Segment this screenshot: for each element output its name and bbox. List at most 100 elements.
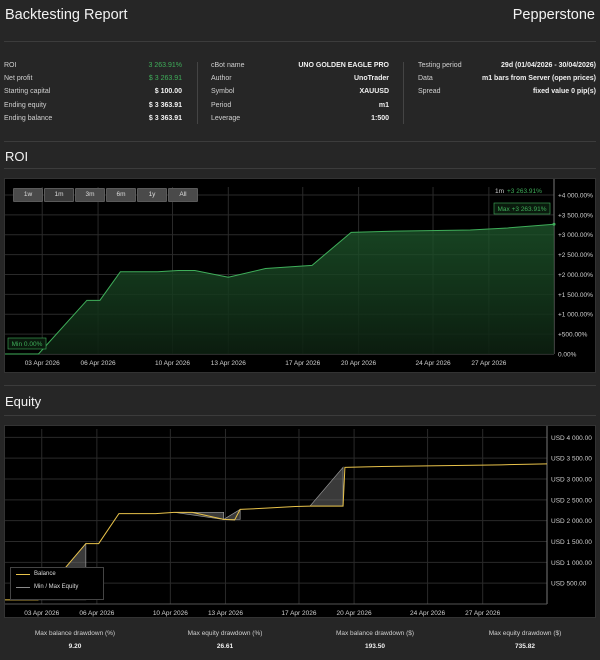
range-button-6m[interactable]: 6m — [106, 188, 136, 202]
summary-divider — [197, 62, 198, 124]
summary-value: XAUUSD — [359, 88, 389, 96]
y-tick-label: 0.00% — [558, 352, 577, 359]
x-tick-label: 13 Apr 2026 — [211, 360, 246, 367]
range-button-1y[interactable]: 1y — [137, 188, 167, 202]
roi-section-title: ROI — [5, 149, 29, 164]
range-button-All[interactable]: All — [168, 188, 198, 202]
summary-label: Starting capital — [4, 88, 51, 96]
summary-row: Testing period 29d (01/04/2026 - 30/04/20… — [418, 60, 596, 73]
summary-column-bot: cBot name UNO GOLDEN EAGLE PRO Author UnoTr… — [211, 60, 389, 124]
equity-chart[interactable]: USD 4 000.00 USD 3 500.00 USD 3 000.00 USD … — [4, 425, 596, 618]
summary-value: $ 100.00 — [154, 88, 182, 96]
legend-label-equity: Min / Max Equity — [34, 584, 79, 590]
x-tick-label: 17 Apr 2026 — [285, 360, 320, 367]
y-tick-label: +4 000.00% — [558, 192, 593, 199]
summary-row: Spread fixed value 0 pip(s) — [418, 86, 596, 99]
summary-row: Data m1 bars from Server (open prices) — [418, 73, 596, 86]
summary-label: Net profit — [4, 75, 33, 83]
legend-item-balance: Balance — [11, 568, 103, 581]
legend-label-balance: Balance — [34, 571, 56, 577]
stat-label: Max equity drawdown ($) — [488, 630, 562, 637]
x-tick-label: 10 Apr 2026 — [153, 610, 188, 617]
x-tick-label: 27 Apr 2026 — [471, 360, 506, 367]
x-tick-label: 27 Apr 2026 — [465, 610, 500, 617]
summary-value: m1 bars from Server (open prices) — [482, 75, 596, 83]
range-button-1w[interactable]: 1w — [13, 188, 43, 202]
y-tick-label: +1 500.00% — [558, 292, 593, 299]
range-button-1m[interactable]: 1m — [44, 188, 74, 202]
summary-value: 29d (01/04/2026 - 30/04/2026) — [501, 62, 596, 69]
summary-column-settings: Testing period 29d (01/04/2026 - 30/04/20… — [418, 60, 596, 124]
roi-chart-canvas[interactable]: +4 000.00% +3 500.00% +3 000.00% +2 500.00%… — [5, 179, 597, 374]
summary-row: Author UnoTrader — [211, 73, 389, 86]
summary-label: Ending balance — [4, 114, 53, 122]
summary-label: cBot name — [211, 62, 245, 69]
stat-label: Max balance drawdown (%) — [34, 630, 116, 637]
x-tick-label: 03 Apr 2026 — [25, 360, 60, 367]
summary-label: Spread — [418, 88, 441, 96]
summary-panel: ROI 3 263.91% Net profit $ 3 263.91 Starting… — [0, 60, 600, 124]
summary-value: UnoTrader — [353, 75, 389, 83]
stat-item: Max balance drawdown (%) 9.20 — [0, 630, 150, 650]
report-header: Backtesting Report Pepperstone — [0, 0, 600, 40]
summary-divider — [403, 62, 404, 124]
equity-legend: Balance Min / Max Equity — [10, 567, 104, 600]
summary-row: Period m1 — [211, 100, 389, 113]
min-roi-label: Min 0.00% — [12, 341, 43, 348]
section-divider — [4, 415, 596, 416]
stat-item: Max equity drawdown (%) 26.61 — [150, 630, 300, 650]
x-tick-label: 24 Apr 2026 — [416, 360, 451, 367]
y-tick-label: +500.00% — [558, 332, 588, 339]
stat-label: Max balance drawdown ($) — [335, 630, 415, 637]
summary-row: ROI 3 263.91% — [4, 60, 182, 73]
x-tick-label: 06 Apr 2026 — [79, 610, 114, 617]
x-tick-label: 20 Apr 2026 — [341, 360, 376, 367]
summary-label: Period — [211, 101, 232, 109]
summary-value: UNO GOLDEN EAGLE PRO — [298, 62, 389, 69]
y-tick-label: USD 2 500.00 — [551, 497, 592, 504]
stat-item: Max equity drawdown ($) 735.82 — [450, 630, 600, 650]
equity-section-title: Equity — [5, 394, 42, 409]
summary-value: 3 263.91% — [148, 62, 182, 69]
summary-label: Symbol — [211, 88, 235, 96]
y-tick-label: +3 500.00% — [558, 212, 593, 219]
summary-row: Starting capital $ 100.00 — [4, 86, 182, 99]
stat-value: 26.61 — [216, 643, 234, 650]
x-tick-label: 20 Apr 2026 — [337, 610, 372, 617]
report-title: Backtesting Report — [5, 7, 128, 23]
summary-row: Ending balance $ 3 363.91 — [4, 113, 182, 126]
stat-value: 9.20 — [68, 643, 82, 650]
summary-label: Ending equity — [4, 101, 47, 109]
x-tick-label: 24 Apr 2026 — [410, 610, 445, 617]
legend-item-equity: Min / Max Equity — [11, 581, 103, 594]
summary-label: Author — [211, 75, 232, 83]
y-tick-label: +1 000.00% — [558, 312, 593, 319]
roi-chart[interactable]: +4 000.00% +3 500.00% +3 000.00% +2 500.00%… — [4, 178, 596, 373]
y-tick-label: USD 500.00 — [551, 581, 587, 588]
summary-row: cBot name UNO GOLDEN EAGLE PRO — [211, 60, 389, 73]
range-button-3m[interactable]: 3m — [75, 188, 105, 202]
y-tick-label: USD 1 500.00 — [551, 539, 592, 546]
y-tick-label: +2 000.00% — [558, 272, 593, 279]
x-tick-label: 17 Apr 2026 — [281, 610, 316, 617]
roi-end-marker — [552, 222, 556, 226]
stat-value: 193.50 — [365, 643, 385, 650]
broker-brand: Pepperstone — [512, 7, 595, 23]
summary-label: Testing period — [418, 62, 462, 69]
roi-area — [5, 224, 554, 354]
section-divider — [4, 168, 596, 169]
y-tick-label: USD 3 000.00 — [551, 477, 592, 484]
header-divider — [4, 41, 596, 42]
x-tick-label: 10 Apr 2026 — [155, 360, 190, 367]
legend-swatch-balance — [16, 574, 30, 575]
summary-row: Symbol XAUUSD — [211, 86, 389, 99]
x-tick-label: 13 Apr 2026 — [208, 610, 243, 617]
summary-label: ROI — [4, 62, 17, 69]
y-tick-label: USD 1 000.00 — [551, 560, 592, 567]
summary-row: Net profit $ 3 263.91 — [4, 73, 182, 86]
max-roi-label: Max +3 263.91% — [498, 206, 547, 213]
y-tick-label: USD 4 000.00 — [551, 435, 592, 442]
summary-value: $ 3 263.91 — [148, 75, 182, 83]
y-tick-label: +3 000.00% — [558, 232, 593, 239]
drawdown-stats: Max balance drawdown (%) 9.20 Max equity d… — [0, 630, 600, 660]
